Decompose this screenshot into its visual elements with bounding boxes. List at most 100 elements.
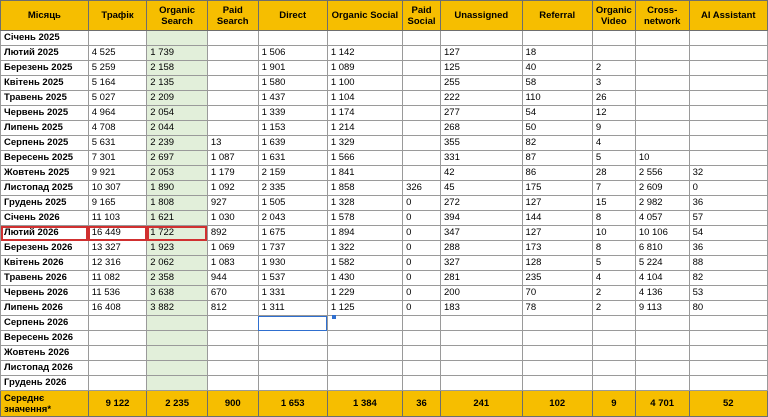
cell-paid-social[interactable]	[402, 330, 441, 346]
cell-paid-search[interactable]	[206, 105, 259, 121]
col-header-organic-video[interactable]: Organic Video	[591, 0, 636, 31]
col-header-month[interactable]: Місяць	[0, 0, 89, 31]
cell-unassigned[interactable]	[440, 30, 523, 46]
cell-organic-social[interactable]: 1 174	[326, 105, 404, 121]
cell-organic-search[interactable]: 1 890	[146, 180, 208, 196]
cell-organic-video[interactable]	[591, 330, 636, 346]
cell-cross-network[interactable]: 6 810	[634, 240, 690, 256]
cell-paid-social[interactable]: 0	[402, 210, 441, 226]
cell-paid-social[interactable]	[402, 135, 441, 151]
cell-ai-assistant[interactable]: 53	[688, 285, 768, 301]
cell-paid-search[interactable]: 1 083	[206, 255, 259, 271]
cell-unassigned[interactable]: 281	[440, 270, 523, 286]
cell-organic-search[interactable]: 3 638	[146, 285, 208, 301]
cell-month[interactable]: Червень 2026	[0, 285, 89, 301]
cell-month[interactable]: Лютий 2026	[0, 225, 89, 241]
cell-cross-network[interactable]: 4 057	[634, 210, 690, 226]
cell-paid-social[interactable]	[402, 315, 441, 331]
cell-traffic[interactable]: 9 165	[87, 195, 148, 211]
cell-direct[interactable]: 1 675	[257, 225, 328, 241]
cell-paid-social[interactable]	[402, 120, 441, 136]
avg-referral[interactable]: 102	[521, 390, 593, 417]
cell-organic-search[interactable]: 2 697	[146, 150, 208, 166]
cell-paid-search[interactable]	[206, 375, 259, 391]
cell-organic-video[interactable]: 4	[591, 270, 636, 286]
cell-paid-social[interactable]	[402, 75, 441, 91]
cell-month[interactable]: Січень 2026	[0, 210, 89, 226]
cell-cross-network[interactable]: 2 982	[634, 195, 690, 211]
avg-traffic[interactable]: 9 122	[87, 390, 148, 417]
cell-month[interactable]: Серпень 2025	[0, 135, 89, 151]
cell-organic-search[interactable]: 3 882	[146, 300, 208, 316]
cell-traffic[interactable]: 16 408	[87, 300, 148, 316]
cell-referral[interactable]: 86	[521, 165, 593, 181]
cell-unassigned[interactable]	[440, 345, 523, 361]
cell-ai-assistant[interactable]	[688, 315, 768, 331]
cell-cross-network[interactable]: 4 104	[634, 270, 690, 286]
cell-paid-search[interactable]	[206, 75, 259, 91]
cell-organic-social[interactable]: 1 322	[326, 240, 404, 256]
cell-ai-assistant[interactable]	[688, 150, 768, 166]
cell-cross-network[interactable]: 2 556	[634, 165, 690, 181]
cell-month[interactable]: Квітень 2026	[0, 255, 89, 271]
cell-referral[interactable]: 175	[521, 180, 593, 196]
cell-unassigned[interactable]: 125	[440, 60, 523, 76]
cell-ai-assistant[interactable]: 82	[688, 270, 768, 286]
cell-referral[interactable]: 50	[521, 120, 593, 136]
cell-direct[interactable]: 1 930	[257, 255, 328, 271]
cell-referral[interactable]: 40	[521, 60, 593, 76]
cell-cross-network[interactable]	[634, 330, 690, 346]
cell-organic-social[interactable]: 1 578	[326, 210, 404, 226]
cell-cross-network[interactable]	[634, 45, 690, 61]
cell-paid-search[interactable]	[206, 330, 259, 346]
col-header-referral[interactable]: Referral	[521, 0, 593, 31]
cell-ai-assistant[interactable]	[688, 60, 768, 76]
cell-traffic[interactable]: 4 964	[87, 105, 148, 121]
cell-month[interactable]: Листопад 2025	[0, 180, 89, 196]
cell-direct[interactable]: 2 335	[257, 180, 328, 196]
cell-traffic[interactable]	[87, 345, 148, 361]
cell-traffic[interactable]: 7 301	[87, 150, 148, 166]
cell-organic-social[interactable]: 1 125	[326, 300, 404, 316]
avg-month[interactable]: Середнє значення*	[0, 390, 89, 417]
cell-cross-network[interactable]	[634, 105, 690, 121]
col-header-organic-social[interactable]: Organic Social	[326, 0, 404, 31]
cell-paid-social[interactable]	[402, 345, 441, 361]
cell-traffic[interactable]: 11 082	[87, 270, 148, 286]
cell-referral[interactable]	[521, 375, 593, 391]
cell-paid-search[interactable]: 1 030	[206, 210, 259, 226]
cell-month[interactable]: Травень 2025	[0, 90, 89, 106]
cell-unassigned[interactable]: 268	[440, 120, 523, 136]
cell-paid-social[interactable]	[402, 30, 441, 46]
cell-ai-assistant[interactable]	[688, 30, 768, 46]
cell-paid-search[interactable]: 670	[206, 285, 259, 301]
cell-organic-video[interactable]	[591, 45, 636, 61]
cell-paid-social[interactable]: 0	[402, 225, 441, 241]
cell-direct[interactable]: 1 901	[257, 60, 328, 76]
cell-organic-video[interactable]: 8	[591, 210, 636, 226]
cell-direct[interactable]: 1 505	[257, 195, 328, 211]
cell-paid-social[interactable]	[402, 105, 441, 121]
cell-organic-video[interactable]: 7	[591, 180, 636, 196]
cell-organic-video[interactable]: 9	[591, 120, 636, 136]
cell-traffic[interactable]: 4 708	[87, 120, 148, 136]
cell-paid-social[interactable]	[402, 165, 441, 181]
cell-paid-search[interactable]	[206, 345, 259, 361]
cell-month[interactable]: Лютий 2025	[0, 45, 89, 61]
cell-organic-video[interactable]	[591, 375, 636, 391]
cell-paid-search[interactable]: 13	[206, 135, 259, 151]
cell-paid-search[interactable]	[206, 30, 259, 46]
cell-organic-social[interactable]: 1 582	[326, 255, 404, 271]
cell-organic-search[interactable]	[146, 360, 208, 376]
cell-cross-network[interactable]: 10 106	[634, 225, 690, 241]
cell-ai-assistant[interactable]: 36	[688, 240, 768, 256]
cell-ai-assistant[interactable]: 0	[688, 180, 768, 196]
cell-organic-search[interactable]	[146, 315, 208, 331]
cell-organic-social[interactable]: 1 894	[326, 225, 404, 241]
cell-organic-video[interactable]: 4	[591, 135, 636, 151]
cell-traffic[interactable]: 5 259	[87, 60, 148, 76]
cell-ai-assistant[interactable]	[688, 45, 768, 61]
cell-direct[interactable]	[257, 330, 328, 346]
cell-direct[interactable]: 1 331	[257, 285, 328, 301]
cell-organic-social[interactable]: 1 329	[326, 135, 404, 151]
